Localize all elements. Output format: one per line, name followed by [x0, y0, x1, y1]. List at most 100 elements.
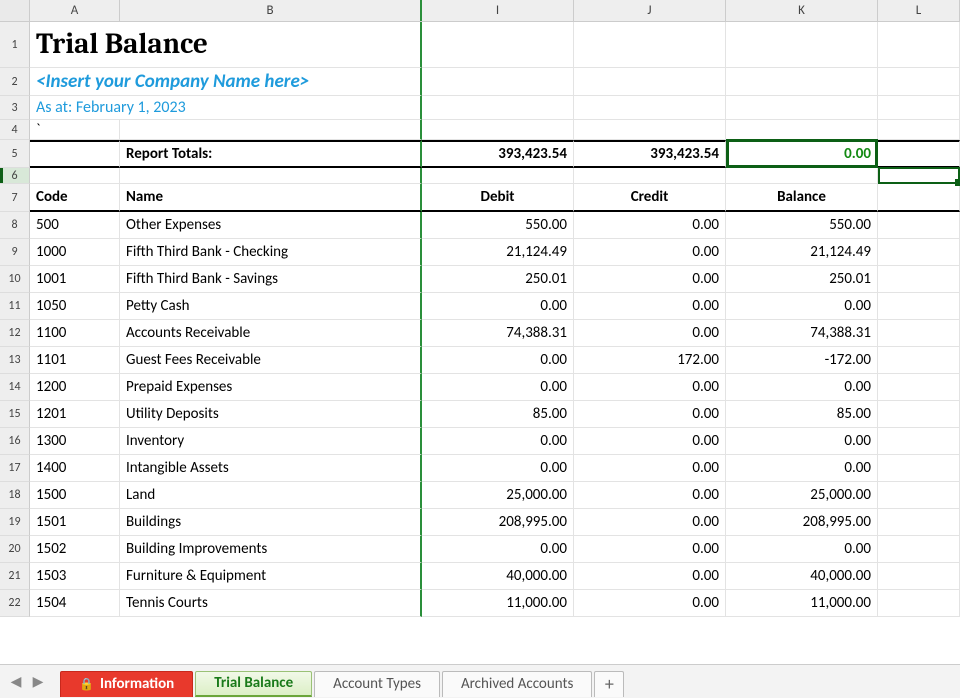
tab-account-types[interactable]: Account Types	[314, 671, 440, 697]
row-header-10[interactable]: 10	[0, 266, 30, 293]
page-title[interactable]: Trial Balance	[30, 22, 422, 68]
cell[interactable]	[878, 120, 960, 140]
cell-credit[interactable]: 0.00	[574, 590, 726, 617]
col-header-L[interactable]: L	[878, 0, 960, 21]
cell-balance[interactable]: 74,388.31	[726, 320, 878, 347]
row-header-11[interactable]: 11	[0, 293, 30, 320]
cell-code[interactable]: 1500	[30, 482, 120, 509]
cell[interactable]	[878, 266, 960, 293]
cell-credit[interactable]: 0.00	[574, 455, 726, 482]
cell-code[interactable]: 1201	[30, 401, 120, 428]
row-header-13[interactable]: 13	[0, 347, 30, 374]
cell[interactable]	[726, 120, 878, 140]
cell-credit[interactable]: 0.00	[574, 563, 726, 590]
totals-balance[interactable]: 0.00	[726, 140, 878, 168]
cell-balance[interactable]: 0.00	[726, 293, 878, 320]
header-name[interactable]: Name	[120, 184, 422, 212]
cell[interactable]	[878, 482, 960, 509]
row-header-3[interactable]: 3	[0, 96, 30, 120]
tab-add-sheet[interactable]: +	[594, 671, 624, 697]
cell[interactable]	[878, 140, 960, 168]
cell-debit[interactable]: 85.00	[422, 401, 574, 428]
cell-name[interactable]: Buildings	[120, 509, 422, 536]
cell-balance[interactable]: 0.00	[726, 536, 878, 563]
cell-debit[interactable]: 0.00	[422, 347, 574, 374]
cell[interactable]	[878, 293, 960, 320]
company-name-placeholder[interactable]: <Insert your Company Name here>	[30, 68, 422, 96]
cell-name[interactable]: Intangible Assets	[120, 455, 422, 482]
select-all-corner[interactable]	[0, 0, 30, 21]
cell-balance[interactable]: 550.00	[726, 212, 878, 239]
cell-name[interactable]: Petty Cash	[120, 293, 422, 320]
row-header-17[interactable]: 17	[0, 455, 30, 482]
cell-code[interactable]: 1100	[30, 320, 120, 347]
cell[interactable]	[878, 212, 960, 239]
header-debit[interactable]: Debit	[422, 184, 574, 212]
cell-name[interactable]: Guest Fees Receivable	[120, 347, 422, 374]
cell[interactable]	[878, 563, 960, 590]
cell-balance[interactable]: 40,000.00	[726, 563, 878, 590]
cell-name[interactable]: Fifth Third Bank - Checking	[120, 239, 422, 266]
cell[interactable]	[726, 96, 878, 120]
cell-debit[interactable]: 40,000.00	[422, 563, 574, 590]
cell-debit[interactable]: 0.00	[422, 536, 574, 563]
cell-code[interactable]: 1400	[30, 455, 120, 482]
cell[interactable]	[726, 68, 878, 96]
cell-code[interactable]: 1300	[30, 428, 120, 455]
cell[interactable]	[574, 168, 726, 184]
cell-credit[interactable]: 0.00	[574, 320, 726, 347]
cell-balance[interactable]: 21,124.49	[726, 239, 878, 266]
row-header-18[interactable]: 18	[0, 482, 30, 509]
cell[interactable]	[878, 401, 960, 428]
cell[interactable]	[120, 168, 422, 184]
cell-code[interactable]: 1200	[30, 374, 120, 401]
col-header-I[interactable]: I	[422, 0, 574, 21]
row-header-20[interactable]: 20	[0, 536, 30, 563]
cell[interactable]	[422, 68, 574, 96]
totals-debit[interactable]: 393,423.54	[422, 140, 574, 168]
cell-credit[interactable]: 0.00	[574, 239, 726, 266]
cell[interactable]	[878, 96, 960, 120]
grid-area[interactable]: 1 Trial Balance 2 <Insert your Company N…	[0, 22, 960, 664]
cell[interactable]	[878, 374, 960, 401]
row-header-14[interactable]: 14	[0, 374, 30, 401]
cell-balance[interactable]: 11,000.00	[726, 590, 878, 617]
cell-debit[interactable]: 0.00	[422, 374, 574, 401]
cell-debit[interactable]: 0.00	[422, 293, 574, 320]
cell[interactable]	[30, 140, 120, 168]
cell-code[interactable]: 1501	[30, 509, 120, 536]
cell[interactable]	[878, 590, 960, 617]
header-balance[interactable]: Balance	[726, 184, 878, 212]
row-header-22[interactable]: 22	[0, 590, 30, 617]
row-header-2[interactable]: 2	[0, 68, 30, 96]
tab-archived-accounts[interactable]: Archived Accounts	[442, 671, 592, 697]
cell[interactable]	[878, 68, 960, 96]
cell-credit[interactable]: 0.00	[574, 212, 726, 239]
cell-balance[interactable]: 250.01	[726, 266, 878, 293]
row-header-8[interactable]: 8	[0, 212, 30, 239]
row-header-1[interactable]: 1	[0, 22, 30, 68]
cell-debit[interactable]: 74,388.31	[422, 320, 574, 347]
cell-credit[interactable]: 0.00	[574, 401, 726, 428]
cell[interactable]	[574, 22, 726, 68]
cell-credit[interactable]: 0.00	[574, 509, 726, 536]
cell-credit[interactable]: 0.00	[574, 374, 726, 401]
cell-credit[interactable]: 0.00	[574, 266, 726, 293]
row-header-16[interactable]: 16	[0, 428, 30, 455]
cell[interactable]	[878, 320, 960, 347]
cell-credit[interactable]: 0.00	[574, 428, 726, 455]
cell-name[interactable]: Accounts Receivable	[120, 320, 422, 347]
cell-balance[interactable]: 208,995.00	[726, 509, 878, 536]
cell-name[interactable]: Utility Deposits	[120, 401, 422, 428]
cell-code[interactable]: 1502	[30, 536, 120, 563]
tab-nav-prev[interactable]: ◀	[6, 672, 26, 692]
cell-debit[interactable]: 11,000.00	[422, 590, 574, 617]
cell-balance[interactable]: -172.00	[726, 347, 878, 374]
cell[interactable]	[422, 120, 574, 140]
col-header-J[interactable]: J	[574, 0, 726, 21]
cell[interactable]	[30, 168, 120, 184]
cell-debit[interactable]: 0.00	[422, 428, 574, 455]
cell[interactable]	[574, 68, 726, 96]
cell-name[interactable]: Building Improvements	[120, 536, 422, 563]
cell-debit[interactable]: 550.00	[422, 212, 574, 239]
